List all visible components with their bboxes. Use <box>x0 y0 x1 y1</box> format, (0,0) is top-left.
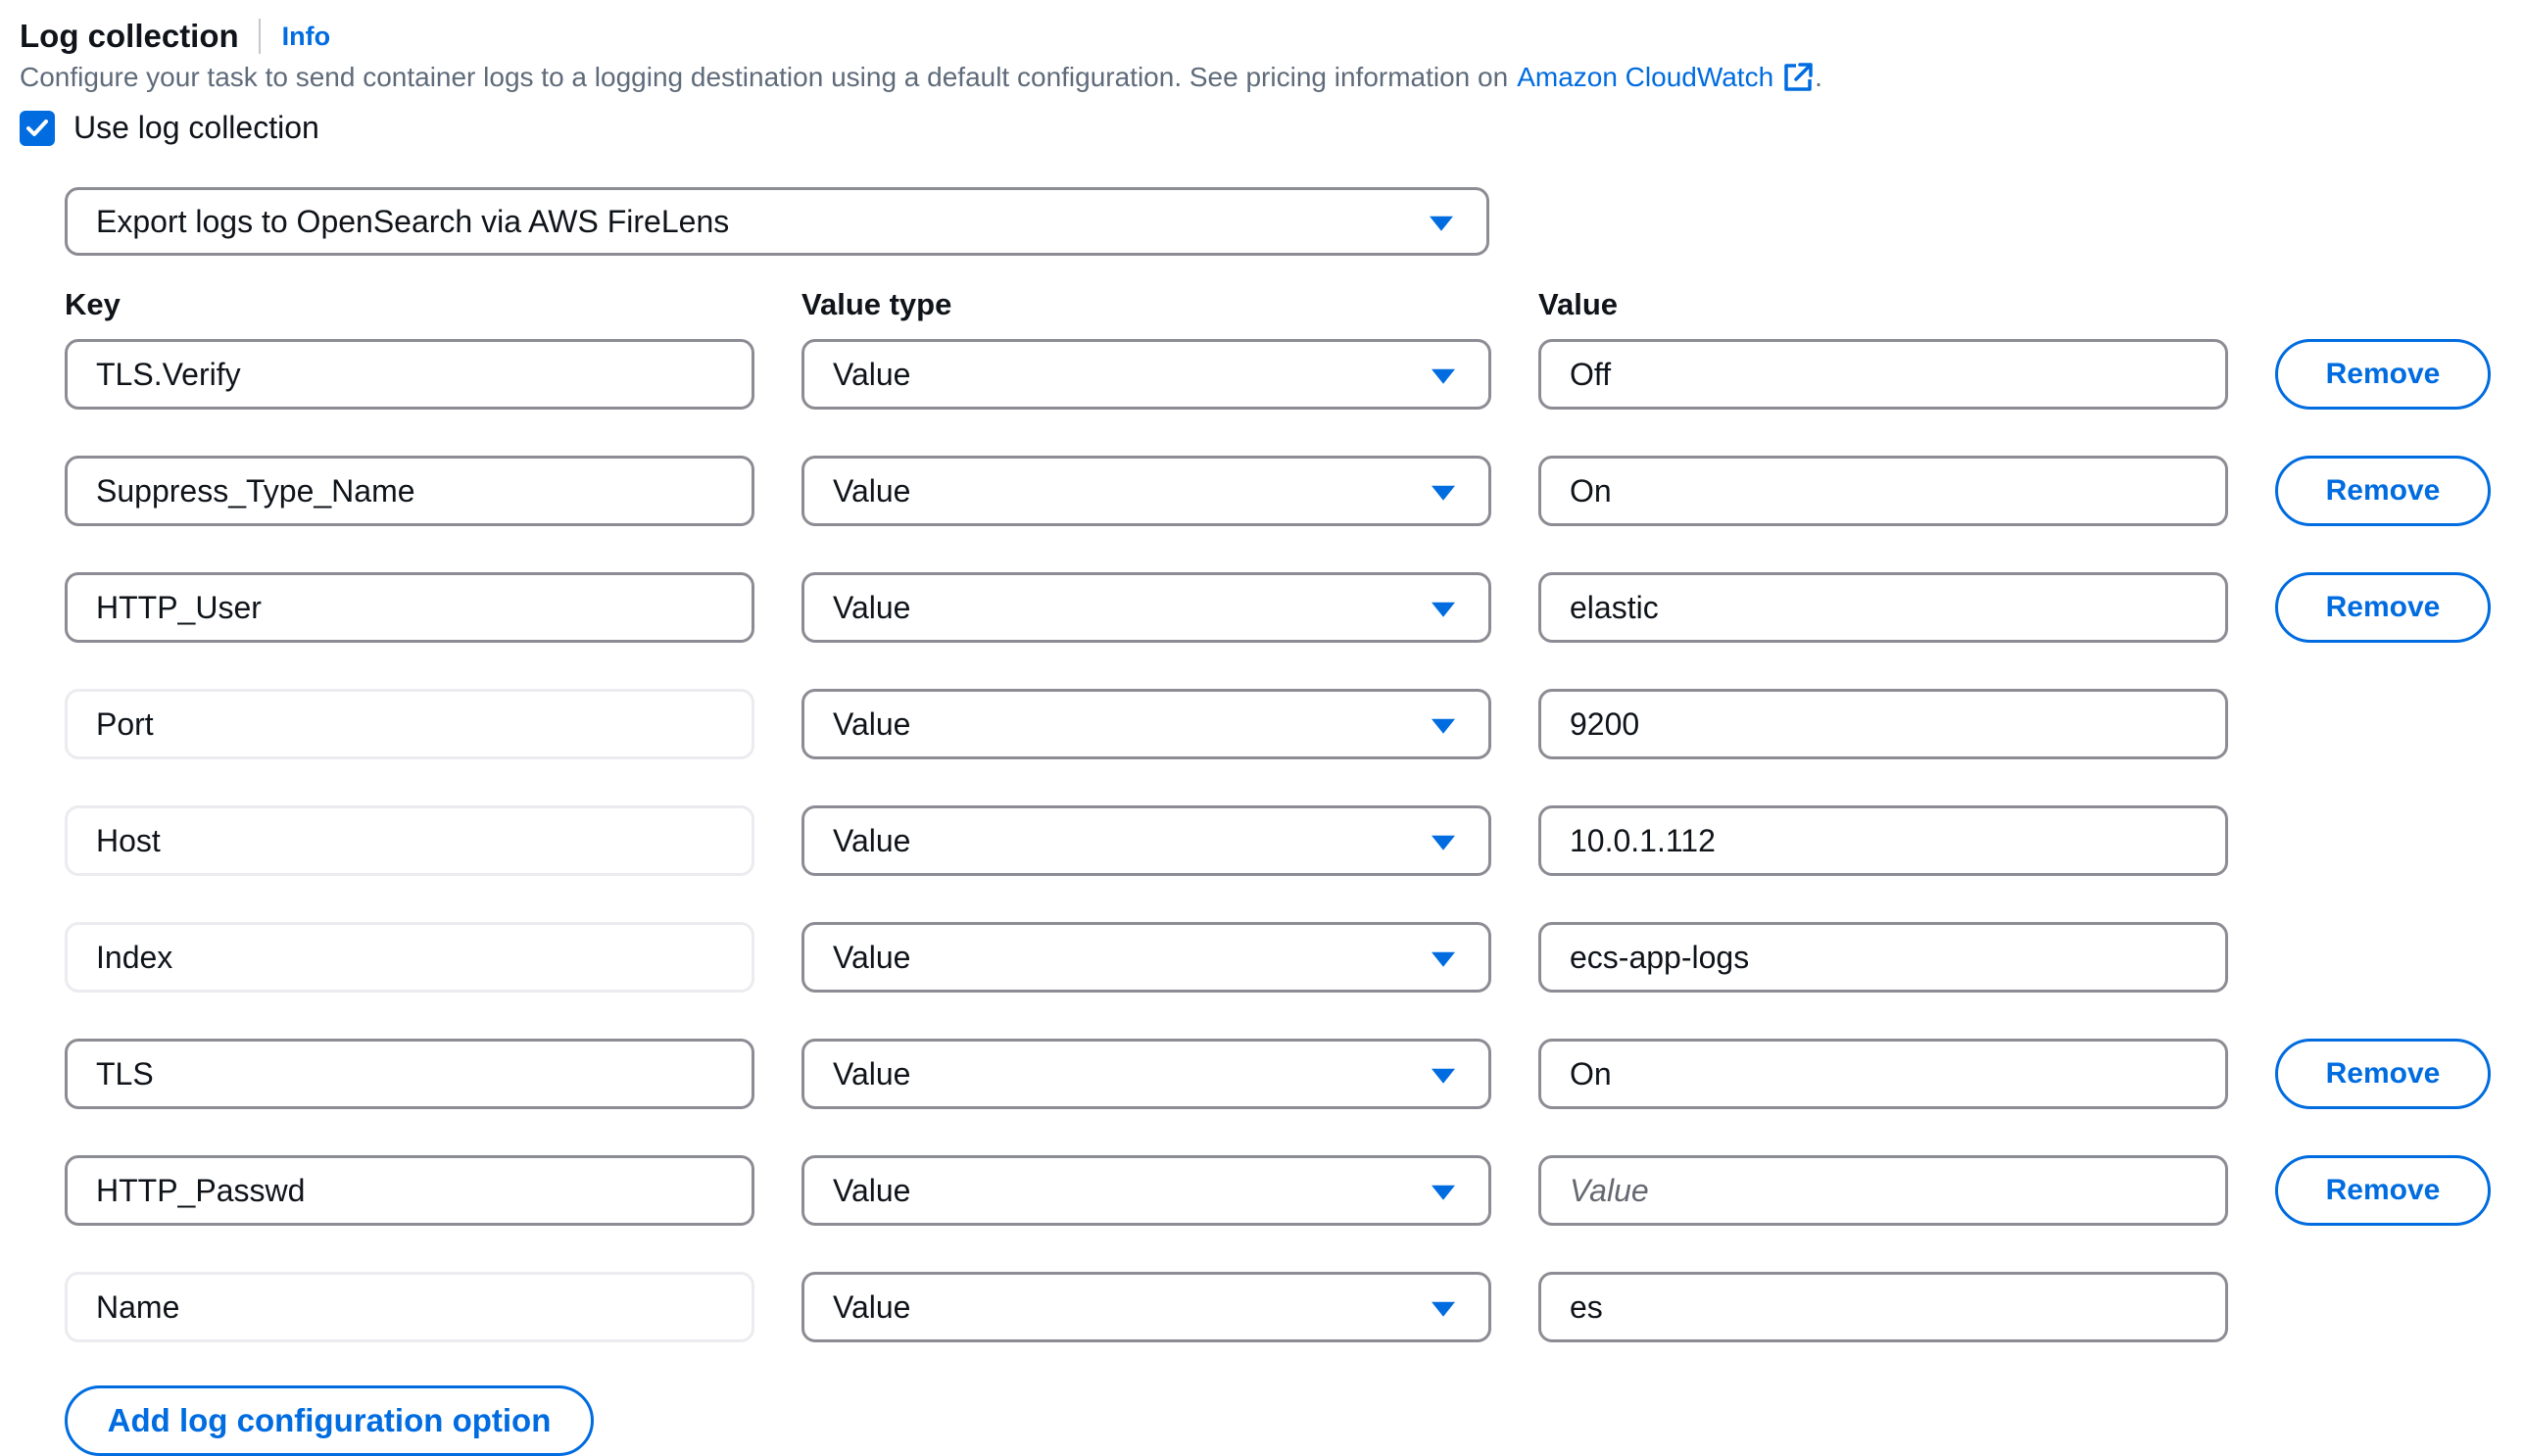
option-value-input[interactable]: 9200 <box>1538 689 2228 759</box>
column-header-value: Value <box>1538 287 1618 321</box>
add-log-configuration-option-button[interactable]: Add log configuration option <box>65 1385 594 1456</box>
log-option-row: HTTP_Passwd Value Value Remove <box>0 1155 2524 1226</box>
option-key-input[interactable]: TLS.Verify <box>65 339 754 410</box>
caret-down-icon <box>1432 485 1455 501</box>
remove-option-button[interactable]: Remove <box>2275 1039 2491 1109</box>
value-type-label: Value <box>833 1055 911 1092</box>
value-type-label: Value <box>833 1288 911 1325</box>
option-value-type-select[interactable]: Value <box>801 456 1491 526</box>
option-key-input: Name <box>65 1272 754 1342</box>
option-key-input[interactable]: HTTP_User <box>65 572 754 643</box>
cloudwatch-link-label: Amazon CloudWatch <box>1517 62 1774 92</box>
log-option-row: Name Value es <box>0 1272 2524 1342</box>
column-header-key: Key <box>65 287 121 321</box>
option-value-input[interactable]: 10.0.1.112 <box>1538 805 2228 876</box>
option-key-input: Port <box>65 689 754 759</box>
use-log-collection-label: Use log collection <box>73 110 319 145</box>
remove-option-button[interactable]: Remove <box>2275 339 2491 410</box>
option-value-type-select[interactable]: Value <box>801 922 1491 993</box>
option-key-input[interactable]: Suppress_Type_Name <box>65 456 754 526</box>
description-text: Configure your task to send container lo… <box>20 62 1509 92</box>
option-value-input[interactable]: On <box>1538 1039 2228 1109</box>
option-key-input[interactable]: TLS <box>65 1039 754 1109</box>
log-destination-value: Export logs to OpenSearch via AWS FireLe… <box>96 203 730 239</box>
section-description: Configure your task to send container lo… <box>20 61 1822 94</box>
option-value-type-select[interactable]: Value <box>801 689 1491 759</box>
caret-down-icon <box>1432 951 1455 967</box>
option-value-type-select[interactable]: Value <box>801 1039 1491 1109</box>
description-suffix: . <box>1815 62 1822 92</box>
header-divider <box>258 19 261 54</box>
option-value-type-select[interactable]: Value <box>801 1272 1491 1342</box>
caret-down-icon <box>1432 602 1455 617</box>
log-option-row: TLS Value On Remove <box>0 1039 2524 1109</box>
log-option-row: Host Value 10.0.1.112 <box>0 805 2524 876</box>
value-type-label: Value <box>833 939 911 975</box>
use-log-collection-checkbox[interactable] <box>20 110 55 146</box>
log-option-row: TLS.Verify Value Off Remove <box>0 339 2524 410</box>
caret-down-icon <box>1430 216 1453 231</box>
option-value-input[interactable]: Value <box>1538 1155 2228 1226</box>
caret-down-icon <box>1432 1068 1455 1084</box>
section-title: Log collection <box>20 18 239 54</box>
option-value-type-select[interactable]: Value <box>801 572 1491 643</box>
option-value-type-select[interactable]: Value <box>801 805 1491 876</box>
remove-option-button[interactable]: Remove <box>2275 572 2491 643</box>
log-option-row: Suppress_Type_Name Value On Remove <box>0 456 2524 526</box>
info-link[interactable]: Info <box>282 22 330 52</box>
log-destination-select[interactable]: Export logs to OpenSearch via AWS FireLe… <box>65 187 1489 256</box>
option-key-input: Index <box>65 922 754 993</box>
value-type-label: Value <box>833 705 911 742</box>
option-key-input[interactable]: HTTP_Passwd <box>65 1155 754 1226</box>
option-value-type-select[interactable]: Value <box>801 339 1491 410</box>
log-option-row: HTTP_User Value elastic Remove <box>0 572 2524 643</box>
option-value-type-select[interactable]: Value <box>801 1155 1491 1226</box>
section-header: Log collection Info <box>20 18 330 55</box>
caret-down-icon <box>1432 1185 1455 1200</box>
caret-down-icon <box>1432 368 1455 384</box>
cloudwatch-link[interactable]: Amazon CloudWatch <box>1517 61 1815 94</box>
checkmark-icon <box>26 119 48 136</box>
value-type-label: Value <box>833 472 911 509</box>
value-type-label: Value <box>833 822 911 858</box>
option-key-input: Host <box>65 805 754 876</box>
external-link-icon <box>1784 63 1813 91</box>
caret-down-icon <box>1432 835 1455 850</box>
remove-option-button[interactable]: Remove <box>2275 456 2491 526</box>
option-value-input[interactable]: ecs-app-logs <box>1538 922 2228 993</box>
value-type-label: Value <box>833 589 911 625</box>
option-value-input[interactable]: es <box>1538 1272 2228 1342</box>
log-option-row: Index Value ecs-app-logs <box>0 922 2524 993</box>
column-header-value-type: Value type <box>801 287 952 321</box>
option-value-input[interactable]: Off <box>1538 339 2228 410</box>
use-log-collection-row: Use log collection <box>20 110 319 146</box>
log-option-row: Port Value 9200 <box>0 689 2524 759</box>
option-value-input[interactable]: On <box>1538 456 2228 526</box>
value-type-label: Value <box>833 356 911 392</box>
option-value-input[interactable]: elastic <box>1538 572 2228 643</box>
caret-down-icon <box>1432 718 1455 734</box>
caret-down-icon <box>1432 1301 1455 1317</box>
value-type-label: Value <box>833 1172 911 1208</box>
remove-option-button[interactable]: Remove <box>2275 1155 2491 1226</box>
